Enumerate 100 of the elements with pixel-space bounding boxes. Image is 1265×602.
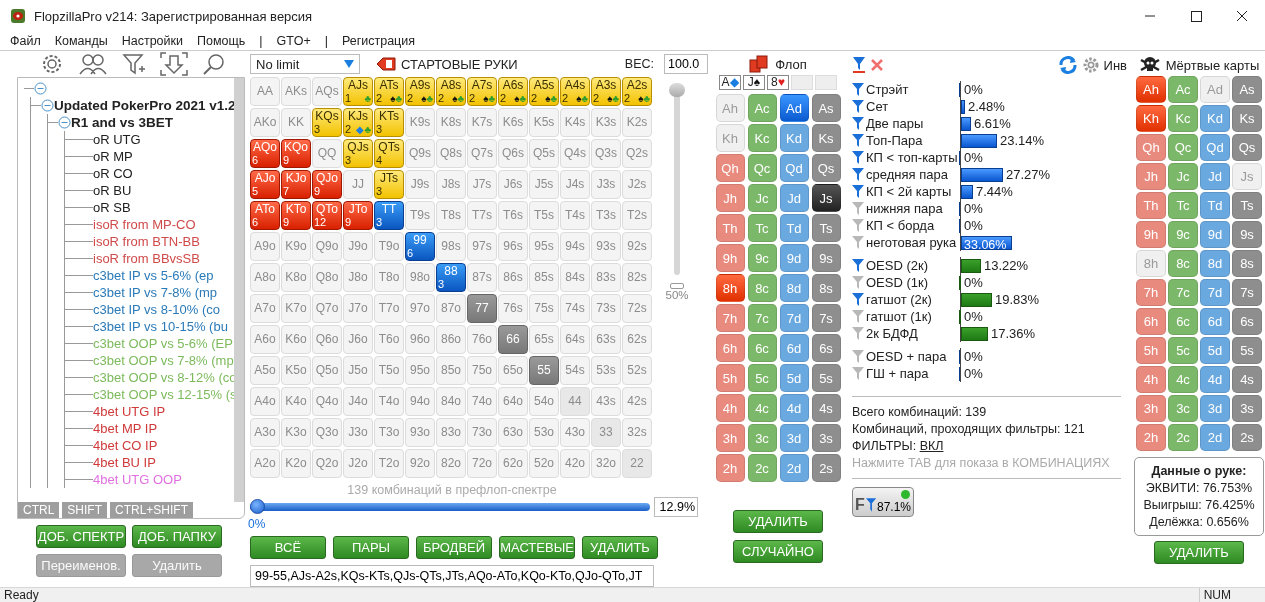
hand-cell[interactable]: T2s [622, 201, 652, 230]
menu-item[interactable]: GTO+ [276, 34, 311, 48]
right-action-button[interactable]: ДОБ. ПАПКУ [132, 525, 222, 548]
range-item[interactable]: c3bet OOP vs 5-6% (EP [93, 336, 233, 351]
hand-cell[interactable]: 74o [467, 387, 497, 416]
card-button[interactable]: Js [811, 184, 841, 212]
card-button[interactable]: Ts [1232, 192, 1262, 219]
hand-cell[interactable]: 96s [498, 232, 528, 261]
hand-cell[interactable]: T8s [436, 201, 466, 230]
hand-cell[interactable]: A3s 2 ♠♣ [591, 77, 621, 106]
hand-cell[interactable]: T2o [374, 449, 404, 478]
filter-label[interactable]: Две пары [866, 116, 924, 131]
hand-cell[interactable]: 54s [560, 356, 590, 385]
hand-cell[interactable]: 65o [498, 356, 528, 385]
hand-cell[interactable]: 66 [498, 325, 528, 354]
card-button[interactable]: 2c [747, 454, 777, 482]
hand-cell[interactable]: 32o [591, 449, 621, 478]
hand-cell[interactable]: A6o [250, 325, 280, 354]
hand-cell[interactable]: J3o [343, 418, 373, 447]
hand-cell[interactable]: J8s [436, 170, 466, 199]
hand-cell[interactable]: T4o [374, 387, 404, 416]
hand-cell[interactable]: K7s [467, 108, 497, 137]
filter-icon[interactable] [852, 366, 864, 381]
clear-icon[interactable] [870, 58, 884, 72]
card-button[interactable]: Ac [1168, 76, 1198, 103]
hand-cell[interactable]: 52s [622, 356, 652, 385]
card-button[interactable]: Jh [715, 184, 745, 212]
hand-cell[interactable]: 43s [591, 387, 621, 416]
filter-label[interactable]: 2к БДФД [866, 326, 918, 341]
hand-cell[interactable]: 53o [529, 418, 559, 447]
hand-cell[interactable]: QTo 12 [312, 201, 342, 230]
filter-icon[interactable] [852, 201, 864, 216]
hand-cell[interactable]: A9o [250, 232, 280, 261]
card-button[interactable]: Tc [1168, 192, 1198, 219]
range-item[interactable]: oR BU [93, 183, 132, 198]
hand-cell[interactable]: K5o [281, 356, 311, 385]
hand-cell[interactable]: K5s [529, 108, 559, 137]
card-button[interactable]: 6c [1168, 308, 1198, 335]
hand-cell[interactable]: 53s [591, 356, 621, 385]
hand-cell[interactable]: A6s 2 ♠♣ [498, 77, 528, 106]
card-button[interactable]: 3d [1200, 395, 1230, 422]
card-button[interactable]: 2d [779, 454, 809, 482]
card-button[interactable]: Qc [1168, 134, 1198, 161]
hand-cell[interactable]: AJo 5 [250, 170, 280, 199]
card-button[interactable]: Kd [779, 124, 809, 152]
card-button[interactable]: 7h [1136, 279, 1166, 306]
card-button[interactable]: Ks [811, 124, 841, 152]
hand-cell[interactable]: T6s [498, 201, 528, 230]
hand-cell[interactable]: 63o [498, 418, 528, 447]
hand-cell[interactable]: A8s 2 ♠♣ [436, 77, 466, 106]
filter-icon[interactable] [852, 258, 864, 273]
settings-icon[interactable] [40, 52, 64, 76]
range-item[interactable]: oR CO [93, 166, 133, 181]
range-item[interactable]: c3bet IP vs 5-6% (ep [93, 268, 214, 283]
hand-cell[interactable]: 33 [591, 418, 621, 447]
filter-label[interactable]: КП < топ-карты [866, 150, 958, 165]
card-button[interactable]: 5d [1200, 337, 1230, 364]
hand-cell[interactable]: ATs 2 ♠♣ [374, 77, 404, 106]
filter-label[interactable]: гатшот (1к) [866, 309, 932, 324]
board-card[interactable]: J♠ [743, 75, 765, 90]
card-button[interactable]: 7s [811, 304, 841, 332]
filter-label[interactable]: OESD (1к) [866, 275, 929, 290]
hand-cell[interactable]: 73s [591, 294, 621, 323]
card-button[interactable]: 2s [1232, 424, 1262, 451]
people-icon[interactable] [78, 53, 108, 75]
hand-cell[interactable]: 55 [529, 356, 559, 385]
hand-cell[interactable]: K8s [436, 108, 466, 137]
hand-cell[interactable]: A5o [250, 356, 280, 385]
range-item[interactable]: 4bet UTG OOP [93, 472, 182, 487]
card-button[interactable]: 8s [1232, 250, 1262, 277]
range-button[interactable]: МАСТЕВЫЕ [499, 536, 575, 559]
filter-add-icon[interactable] [122, 52, 146, 76]
card-button[interactable]: 9d [1200, 221, 1230, 248]
hand-cell[interactable]: T5s [529, 201, 559, 230]
hand-cell[interactable]: Q2s [622, 139, 652, 168]
filter-label[interactable]: ГШ + пара [866, 366, 929, 381]
card-button[interactable]: Jd [1200, 163, 1230, 190]
hand-cell[interactable]: J9s [405, 170, 435, 199]
hand-cell[interactable]: Q6o [312, 325, 342, 354]
hand-cell[interactable]: K6s [498, 108, 528, 137]
hand-cell[interactable]: 84o [436, 387, 466, 416]
hand-cell[interactable]: 43o [560, 418, 590, 447]
card-button[interactable]: 6c [747, 334, 777, 362]
hand-cell[interactable]: 96o [405, 325, 435, 354]
card-button[interactable]: Qd [1200, 134, 1230, 161]
card-button[interactable]: 7d [1200, 279, 1230, 306]
hand-cell[interactable]: 92o [405, 449, 435, 478]
card-button[interactable]: Tc [747, 214, 777, 242]
modifier-key-label[interactable]: CTRL+SHIFT [110, 502, 194, 518]
card-button[interactable]: 6s [1232, 308, 1262, 335]
filter-icon[interactable] [852, 218, 864, 233]
hand-cell[interactable]: 74s [560, 294, 590, 323]
hand-cell[interactable]: T3s [591, 201, 621, 230]
card-button[interactable]: 8s [811, 274, 841, 302]
card-button[interactable]: 3c [747, 424, 777, 452]
hand-cell[interactable]: K4s [560, 108, 590, 137]
hand-cell[interactable]: 76s [498, 294, 528, 323]
card-button[interactable]: 2c [1168, 424, 1198, 451]
range-item[interactable]: 4bet MP IP [93, 421, 158, 436]
hand-cell[interactable]: 85s [529, 263, 559, 292]
